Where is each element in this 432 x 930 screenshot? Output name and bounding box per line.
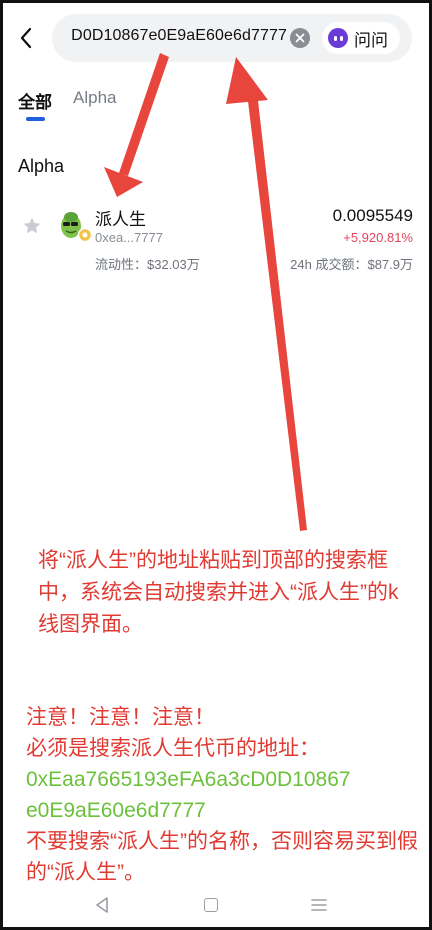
arrow-to-token (104, 53, 169, 197)
warning-title: 注意！注意！注意！ (26, 706, 215, 729)
contract-address-line-1: 0xEaa7665193eFA6a3cD0D10867 (26, 768, 351, 791)
nav-home-icon[interactable] (204, 898, 218, 912)
must-search-address: 必须是搜索派人生代币的地址： (26, 737, 320, 760)
warning-note: 注意！注意！注意！ 必须是搜索派人生代币的地址： 0xEaa7665193eFA… (26, 702, 426, 888)
contract-address-line-2: e0E9aE60e6d7777 (26, 799, 206, 822)
arrow-to-search (226, 57, 307, 531)
instruction-note: 将“派人生”的地址粘贴到顶部的搜索框中，系统会自动搜索并进入“派人生”的k线图界… (38, 549, 399, 636)
nav-back-icon[interactable] (94, 896, 110, 914)
caution-text: 不要搜索“派人生”的名称，否则容易买到假的“派人生”。 (26, 830, 418, 884)
nav-menu-icon[interactable] (311, 898, 327, 912)
